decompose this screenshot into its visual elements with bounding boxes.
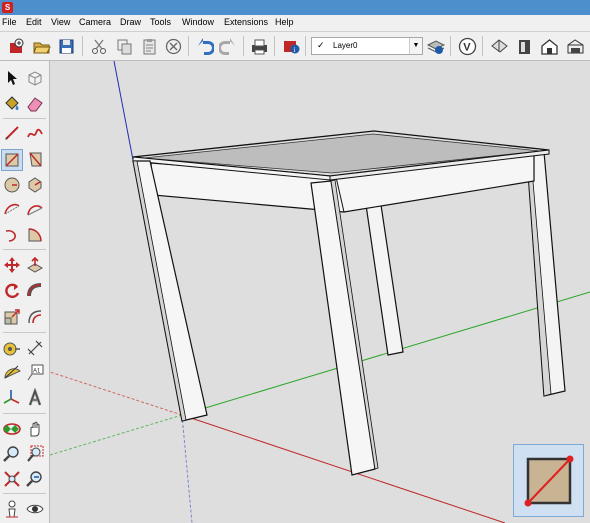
menu-view[interactable]: View	[51, 17, 70, 27]
protractor-icon[interactable]	[2, 363, 22, 383]
save-icon[interactable]	[57, 37, 76, 56]
toolbar-separator	[305, 36, 306, 56]
previous-view-icon[interactable]	[25, 469, 45, 489]
axes-icon[interactable]	[2, 388, 22, 408]
rotated-rectangle-icon[interactable]	[25, 150, 45, 170]
two-point-arc-icon[interactable]	[25, 200, 45, 220]
table-back-left-leg	[365, 204, 404, 356]
left-toolbar: A1	[0, 61, 50, 523]
polygon-icon[interactable]	[25, 175, 45, 195]
offset-icon[interactable]	[25, 307, 45, 327]
menu-edit[interactable]: Edit	[26, 17, 42, 27]
chevron-down-icon[interactable]: ▼	[409, 38, 422, 54]
freehand-icon[interactable]	[25, 123, 45, 143]
position-camera-icon[interactable]	[2, 499, 22, 519]
menu-extensions[interactable]: Extensions	[224, 17, 268, 27]
copy-icon[interactable]	[115, 37, 134, 56]
blue-axis-negative	[181, 414, 193, 523]
table-front-right-leg	[310, 180, 376, 476]
select-icon[interactable]	[2, 68, 22, 88]
menu-camera[interactable]: Camera	[79, 17, 111, 27]
toolbar-separator	[3, 413, 46, 414]
zoom-extents-icon[interactable]	[2, 469, 22, 489]
rectangle-tool-preview-icon	[513, 444, 584, 517]
eraser-icon[interactable]	[25, 94, 45, 114]
layer-name: Layer0	[333, 41, 358, 50]
extension-warehouse-icon[interactable]	[540, 37, 559, 56]
toolbar-separator	[482, 36, 483, 56]
tape-measure-icon[interactable]	[2, 338, 22, 358]
share-model-icon[interactable]	[515, 37, 534, 56]
paste-icon[interactable]	[140, 37, 159, 56]
toolbar-separator	[274, 36, 275, 56]
layer-select[interactable]: ✓ Layer0 ▼	[311, 37, 423, 55]
sketchup-logo-icon[interactable]: S	[2, 2, 13, 13]
toolbar-separator	[3, 493, 46, 494]
toolbar-separator	[3, 249, 46, 250]
zoom-window-icon[interactable]	[25, 444, 45, 464]
redo-icon[interactable]	[219, 37, 238, 56]
menu-tools[interactable]: Tools	[150, 17, 171, 27]
new-model-icon[interactable]	[7, 37, 26, 56]
line-icon[interactable]	[2, 123, 22, 143]
paint-bucket-icon[interactable]	[2, 94, 22, 114]
open-icon[interactable]	[32, 37, 51, 56]
text-icon[interactable]: A1	[25, 363, 45, 383]
menu-window[interactable]: Window	[182, 17, 214, 27]
move-icon[interactable]	[2, 255, 22, 275]
follow-me-icon[interactable]	[25, 281, 45, 301]
menu-file[interactable]: File	[2, 17, 17, 27]
model-canvas	[50, 61, 590, 523]
orbit-icon[interactable]	[2, 419, 22, 439]
dimension-icon[interactable]	[25, 338, 45, 358]
model-info-icon[interactable]: i	[282, 37, 301, 56]
toolbar-separator	[3, 118, 46, 119]
green-axis-negative	[50, 414, 183, 456]
scale-icon[interactable]	[2, 307, 22, 327]
circle-icon[interactable]	[2, 175, 22, 195]
menu-help[interactable]: Help	[275, 17, 294, 27]
cut-icon[interactable]	[90, 37, 109, 56]
toolbar-separator	[243, 36, 244, 56]
rotate-icon[interactable]	[2, 281, 22, 301]
erase-icon[interactable]	[164, 37, 183, 56]
zoom-icon[interactable]	[2, 444, 22, 464]
arc-icon[interactable]	[2, 200, 22, 220]
get-models-icon[interactable]	[490, 37, 509, 56]
toolbar-separator	[450, 36, 451, 56]
menu-draw[interactable]: Draw	[120, 17, 141, 27]
red-axis	[181, 414, 506, 523]
toolbar-separator	[188, 36, 189, 56]
layer-manager-icon[interactable]	[426, 37, 445, 56]
pie-icon[interactable]	[25, 225, 45, 245]
pan-icon[interactable]	[25, 419, 45, 439]
svg-text:V: V	[463, 42, 471, 54]
3d-text-icon[interactable]	[25, 388, 45, 408]
toolbar-separator	[82, 36, 83, 56]
title-bar: S	[0, 0, 590, 15]
drawing-viewport[interactable]	[50, 61, 590, 523]
layer-check: ✓	[317, 40, 325, 50]
red-axis-negative	[50, 371, 183, 416]
component-icon[interactable]	[566, 37, 585, 56]
svg-text:A1: A1	[33, 369, 41, 375]
toolbar-separator	[3, 332, 46, 333]
push-pull-icon[interactable]	[25, 255, 45, 275]
svg-text:i: i	[294, 46, 296, 54]
make-component-icon[interactable]	[25, 68, 45, 88]
look-around-icon[interactable]	[25, 499, 45, 519]
three-point-arc-icon[interactable]	[2, 225, 22, 245]
undo-icon[interactable]	[195, 37, 214, 56]
rectangle-icon[interactable]	[1, 149, 23, 171]
print-icon[interactable]	[250, 37, 269, 56]
main-toolbar: i ✓ Layer0 ▼ V	[0, 32, 590, 61]
menu-bar: File Edit View Camera Draw Tools Window …	[0, 15, 590, 32]
3d-warehouse-icon[interactable]: V	[458, 37, 477, 56]
